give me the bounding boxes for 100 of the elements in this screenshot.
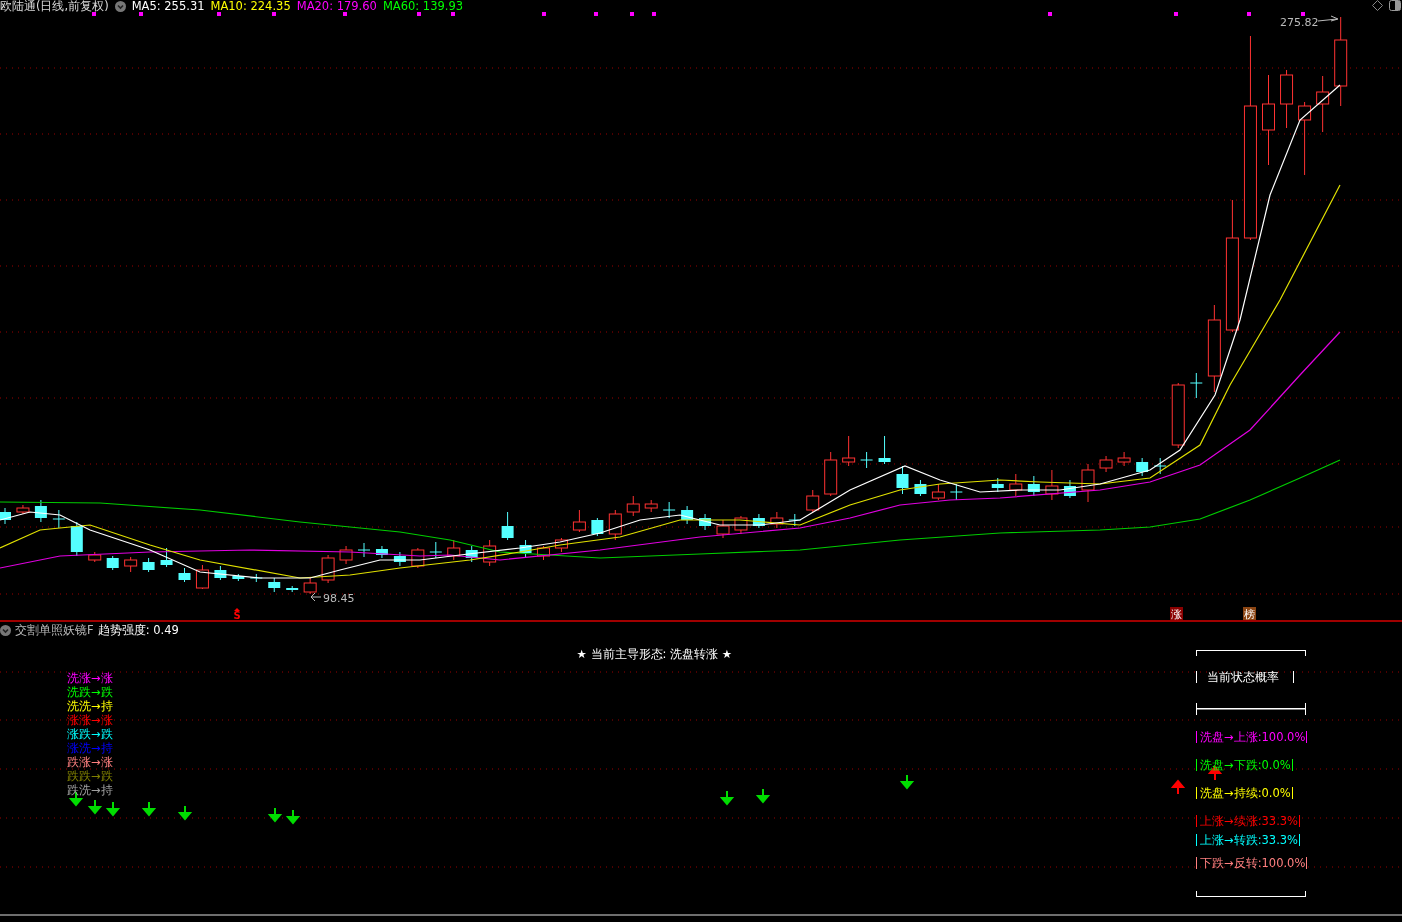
- down-arrow-icon: [721, 790, 733, 806]
- diamond-icon[interactable]: [1372, 0, 1383, 11]
- legend-item: 跌洗→持: [67, 783, 113, 797]
- candlestick: [824, 451, 838, 497]
- candlestick: [70, 521, 83, 557]
- candlestick: [572, 509, 586, 533]
- arrow-icon: [1317, 15, 1339, 22]
- candlestick: [878, 435, 891, 465]
- arrow-icon: [310, 592, 322, 602]
- down-arrow-icon: [287, 809, 299, 825]
- probability-row: 上涨→转跌:33.3%: [1196, 834, 1301, 846]
- candlestick: [681, 505, 694, 525]
- candlestick: [806, 489, 820, 513]
- candlestick: [447, 539, 461, 561]
- candlestick: [644, 499, 658, 513]
- legend-item: 涨跌→跌: [67, 727, 113, 741]
- candlestick: [52, 509, 66, 529]
- trend-strength: 趋势强度: 0.49: [97, 624, 179, 636]
- candlestick: [608, 509, 622, 541]
- legend-item: 涨涨→涨: [67, 713, 113, 727]
- candlestick: [339, 545, 353, 565]
- probability-row: 洗盘→下跌:0.0%: [1196, 759, 1293, 771]
- candlestick: [1063, 479, 1076, 499]
- collapse-icon[interactable]: [114, 0, 126, 12]
- down-arrow-icon: [107, 801, 119, 817]
- legend-item: 跌跌→跌: [67, 769, 113, 783]
- ma-value: MA10: 224.35: [210, 0, 291, 12]
- candlestick: [788, 513, 802, 527]
- candlestick: [16, 504, 30, 515]
- candlestick: [106, 555, 119, 571]
- candlestick: [949, 483, 963, 501]
- candlestick: [1009, 473, 1023, 497]
- candlestick: [1280, 69, 1294, 129]
- candlestick: [1117, 451, 1131, 467]
- down-arrow-icon: [89, 799, 101, 815]
- down-arrow-icon: [757, 788, 769, 804]
- candlestick: [178, 567, 191, 583]
- candlestick: [1081, 463, 1095, 503]
- probability-row: 下跌→反转:100.0%: [1196, 857, 1308, 869]
- candlestick: [501, 511, 514, 541]
- candlestick: [1189, 372, 1203, 399]
- candlestick: [393, 551, 406, 567]
- candlestick: [699, 513, 712, 531]
- candlestick: [1027, 475, 1040, 497]
- legend-item: 跌涨→涨: [67, 755, 113, 769]
- down-arrow-icon: [143, 801, 155, 817]
- candlestick: [662, 501, 676, 519]
- signal-marker: S: [233, 610, 241, 620]
- collapse-icon[interactable]: [0, 624, 11, 636]
- candlestick: [0, 507, 11, 525]
- candlestick: [537, 545, 550, 561]
- probability-row: 上涨→续涨:33.3%: [1196, 815, 1301, 827]
- stock-title: 欧陆通(日线,前复权): [0, 0, 109, 12]
- legend-item: 洗洗→持: [67, 699, 113, 713]
- candlestick: [286, 585, 299, 593]
- candlestick: [896, 465, 909, 495]
- candlestick: [1153, 457, 1167, 475]
- candlestick: [1171, 382, 1185, 449]
- down-arrow-icon: [901, 774, 913, 790]
- candlestick: [770, 511, 784, 529]
- panel-toggle-icon[interactable]: [1389, 0, 1401, 11]
- candlestick: [591, 517, 604, 537]
- up-arrow-icon: [234, 608, 240, 611]
- candlestick: [214, 565, 227, 581]
- candlestick: [1099, 455, 1113, 473]
- candlestick: [375, 545, 388, 559]
- candlestick: [124, 556, 138, 573]
- probability-row: 洗盘→持续:0.0%: [1196, 787, 1293, 799]
- probability-title: 当前状态概率: [1196, 671, 1294, 683]
- candlestick: [991, 477, 1004, 493]
- price-label: 275.82: [1280, 16, 1319, 29]
- candlestick: [160, 547, 173, 568]
- candlestick: [1045, 469, 1059, 501]
- up-arrow-icon: [1172, 779, 1184, 795]
- candlestick: [268, 577, 281, 593]
- signal-marker: 涨: [1170, 608, 1182, 620]
- down-arrow-icon: [179, 805, 191, 821]
- candlestick: [195, 564, 209, 590]
- candlestick: [931, 483, 945, 501]
- candlestick: [357, 542, 371, 558]
- ma-value: MA60: 139.93: [382, 0, 464, 12]
- candlestick: [860, 451, 874, 469]
- candlestick: [465, 545, 478, 563]
- price-label: 98.45: [323, 592, 355, 605]
- candlestick: [842, 435, 856, 467]
- candlestick: [626, 495, 640, 517]
- candlestick: [734, 515, 748, 535]
- candlestick: [88, 551, 102, 563]
- legend-item: 洗涨→涨: [67, 671, 113, 685]
- candlestick: [232, 573, 245, 582]
- candlestick: [554, 537, 568, 553]
- candlestick: [716, 519, 730, 539]
- candlestick: [34, 499, 47, 523]
- candlestick: [519, 539, 532, 559]
- ma-value: MA5: 255.31: [131, 0, 205, 12]
- candlestick: [142, 557, 155, 573]
- signal-marker: 榜: [1243, 608, 1255, 620]
- candlestick: [914, 479, 927, 497]
- candlestick: [752, 513, 765, 529]
- candlestick: [429, 541, 443, 559]
